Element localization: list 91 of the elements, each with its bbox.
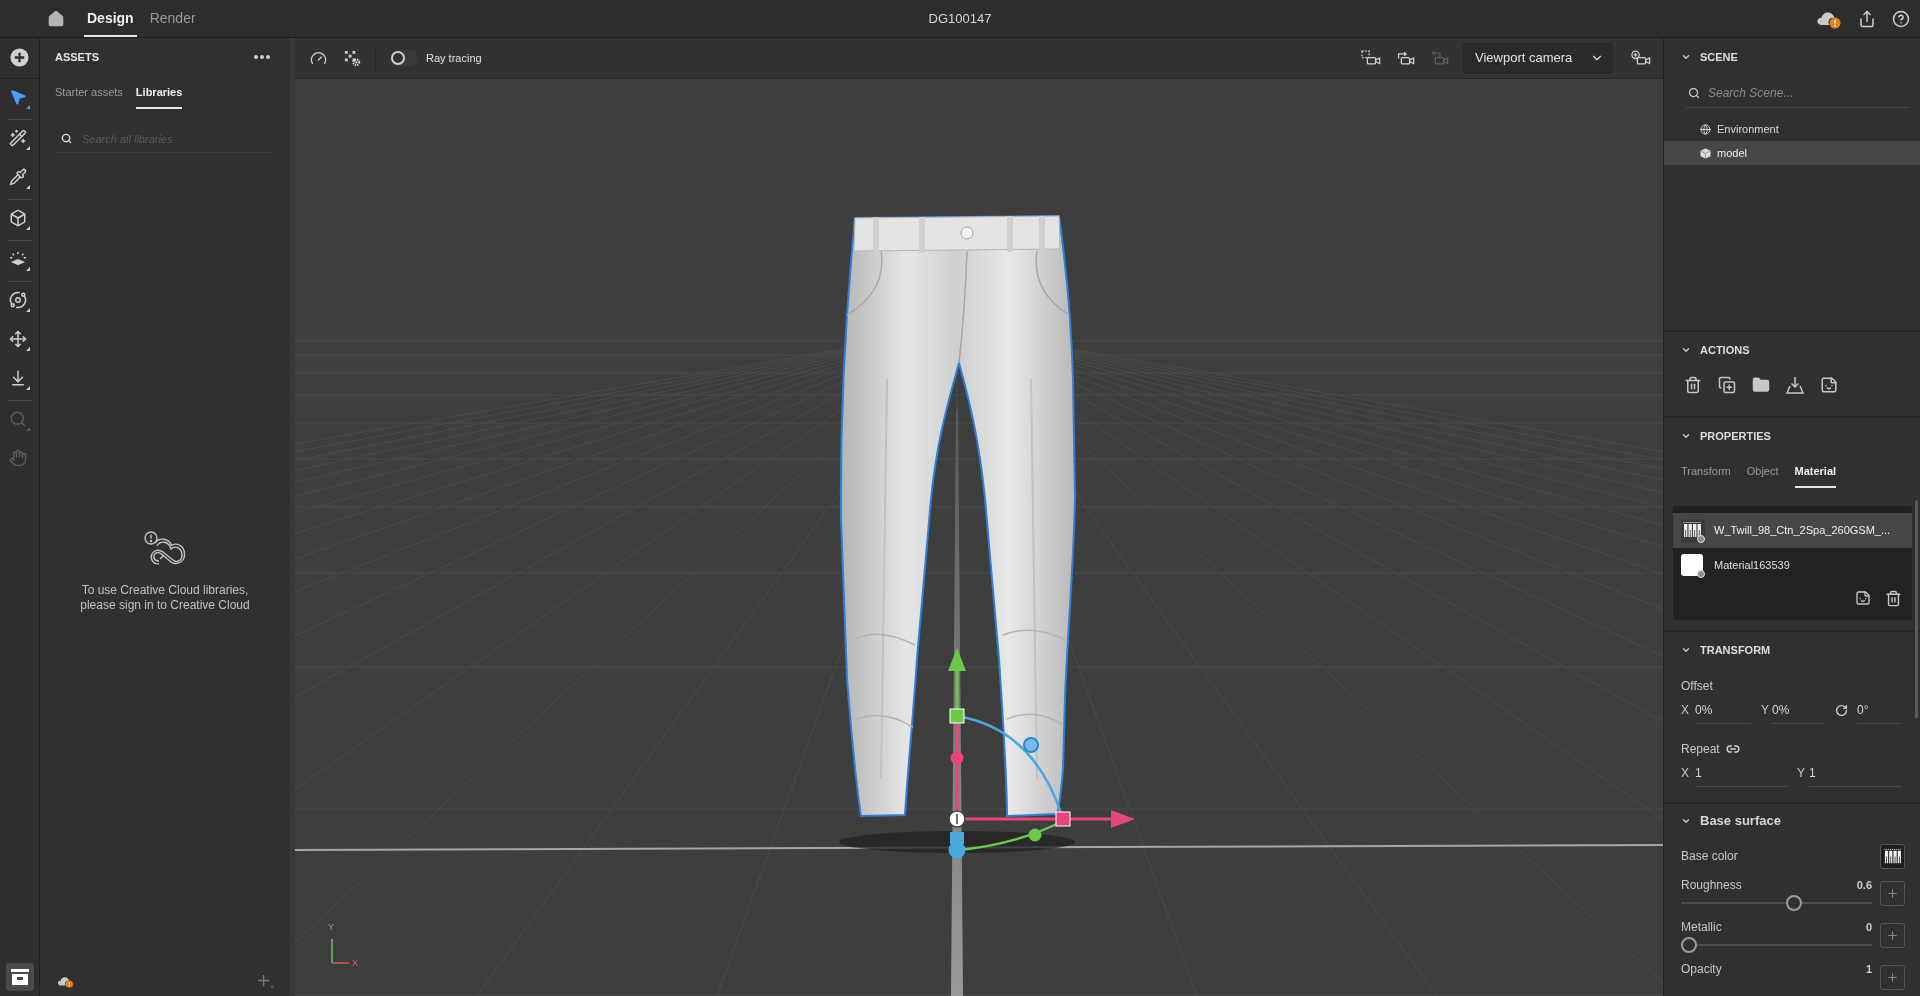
camera-dropdown[interactable]: Viewport camera xyxy=(1463,42,1613,74)
link-icon xyxy=(1725,742,1740,756)
scene-search-field[interactable]: Search Scene... xyxy=(1708,80,1910,105)
dashed-camera-icon xyxy=(1361,49,1381,67)
mode-tab[interactable]: Render xyxy=(146,0,199,37)
trash-icon xyxy=(1885,589,1902,607)
section-toggle[interactable]: SCENE xyxy=(1664,38,1738,76)
camera-arrow-icon xyxy=(1429,49,1449,67)
fabric-pattern-icon xyxy=(1883,846,1902,866)
home-icon xyxy=(47,9,65,28)
folder-icon xyxy=(1752,376,1770,394)
slider-reading: 0 xyxy=(1865,919,1872,935)
plus-icon xyxy=(1886,887,1899,900)
repeat-y-field[interactable]: 1 xyxy=(1809,759,1902,787)
scrollbar-thumb[interactable] xyxy=(1915,500,1918,718)
repeat-x-field[interactable]: 1 xyxy=(1695,759,1787,787)
section-toggle[interactable]: ACTIONS xyxy=(1664,332,1750,368)
camera-arrow-icon xyxy=(1395,49,1415,67)
assets-tab[interactable]: Libraries xyxy=(135,76,183,109)
help-button[interactable] xyxy=(1892,9,1910,28)
material-item[interactable]: Material163539 xyxy=(1673,548,1912,583)
ray-tracing-toggle[interactable] xyxy=(390,50,418,66)
rotate-icon xyxy=(1835,703,1848,717)
fabric-thumbnail-icon xyxy=(1681,518,1705,543)
search-icon xyxy=(1688,86,1700,99)
axis-label: X xyxy=(1681,765,1690,782)
slider-reading: 0.6 xyxy=(1856,877,1872,893)
slider-label: Roughness xyxy=(1681,877,1742,894)
more-icon xyxy=(254,55,270,59)
share-button[interactable] xyxy=(1858,9,1876,28)
axis-label: X xyxy=(1681,702,1690,719)
delete-button[interactable] xyxy=(1684,376,1702,394)
slider-thumb[interactable] xyxy=(1786,895,1802,911)
properties-tab[interactable]: Transform xyxy=(1681,454,1731,488)
sticker-icon xyxy=(1855,590,1871,606)
cloud-warning-icon xyxy=(144,531,186,567)
plus-icon xyxy=(1886,971,1899,984)
section-toggle[interactable]: Base surface xyxy=(1664,804,1781,838)
color-swatch-icon xyxy=(1681,553,1705,578)
properties-tab[interactable]: Object xyxy=(1746,454,1779,488)
slider-label: Opacity xyxy=(1681,961,1722,978)
offset-label: Offset xyxy=(1681,678,1714,695)
duplicate-button[interactable] xyxy=(1718,376,1736,394)
properties-tab[interactable]: Material xyxy=(1794,454,1837,488)
globe-icon xyxy=(1700,123,1711,135)
axis-indicator-drawing xyxy=(331,938,350,964)
material-item[interactable]: W_Twill_98_Ctn_2Spa_260GSM_... xyxy=(1673,513,1912,548)
slider-reading: 1 xyxy=(1865,961,1872,977)
y-axis-label: Y xyxy=(328,922,334,932)
grid-gear-icon xyxy=(343,49,361,67)
base-color-swatch[interactable] xyxy=(1880,843,1905,869)
sign-in-message: To use Creative Cloud libraries, please sign in to Creative Cloud xyxy=(79,583,251,613)
scene-item[interactable]: model xyxy=(1664,141,1920,165)
plus-icon xyxy=(257,973,274,989)
drop-to-ground-button[interactable] xyxy=(1786,376,1804,394)
plus-icon xyxy=(1886,929,1899,942)
section-toggle[interactable]: TRANSFORM xyxy=(1664,632,1771,668)
axis-label: Y xyxy=(1761,702,1770,719)
sync-status-button[interactable] xyxy=(57,974,74,988)
section-toggle[interactable]: PROPERTIES xyxy=(1664,418,1771,454)
assets-tab[interactable]: Starter assets xyxy=(55,76,123,109)
trash-icon xyxy=(1684,376,1702,394)
archive-box-icon xyxy=(10,969,29,985)
help-icon xyxy=(1892,9,1910,28)
copy-plus-icon xyxy=(1718,376,1736,394)
sticker-button[interactable] xyxy=(1855,590,1871,606)
scene-item[interactable]: Environment xyxy=(1664,117,1920,141)
panel-title: ASSETS xyxy=(55,49,99,65)
share-icon xyxy=(1858,9,1876,28)
cube-icon xyxy=(1700,147,1711,159)
axis-label: Y xyxy=(1797,765,1806,782)
slider-thumb[interactable] xyxy=(1681,937,1697,953)
camera-plus-icon xyxy=(1631,49,1651,67)
sticker-icon xyxy=(1820,376,1838,394)
gauge-icon xyxy=(309,49,327,67)
sticker-button[interactable] xyxy=(1820,376,1838,394)
slider-label: Metallic xyxy=(1681,919,1722,936)
offset-x-field[interactable]: 0% xyxy=(1695,696,1751,724)
offset-y-field[interactable]: 0% xyxy=(1772,696,1825,724)
arrow-to-plane-icon xyxy=(1786,376,1804,394)
x-axis-label: X xyxy=(352,958,358,968)
repeat-label: Repeat xyxy=(1681,741,1720,758)
document-title: DG100147 xyxy=(928,9,992,28)
ray-tracing-label: Ray tracing xyxy=(426,50,482,66)
panels-toggle[interactable] xyxy=(5,963,34,991)
delete-button[interactable] xyxy=(1885,589,1902,607)
rotation-field[interactable]: 0° xyxy=(1857,696,1901,724)
cloud-warning-icon xyxy=(57,974,74,988)
group-button[interactable] xyxy=(1752,376,1770,394)
search-icon xyxy=(61,133,72,144)
base-color-label: Base color xyxy=(1681,848,1738,865)
